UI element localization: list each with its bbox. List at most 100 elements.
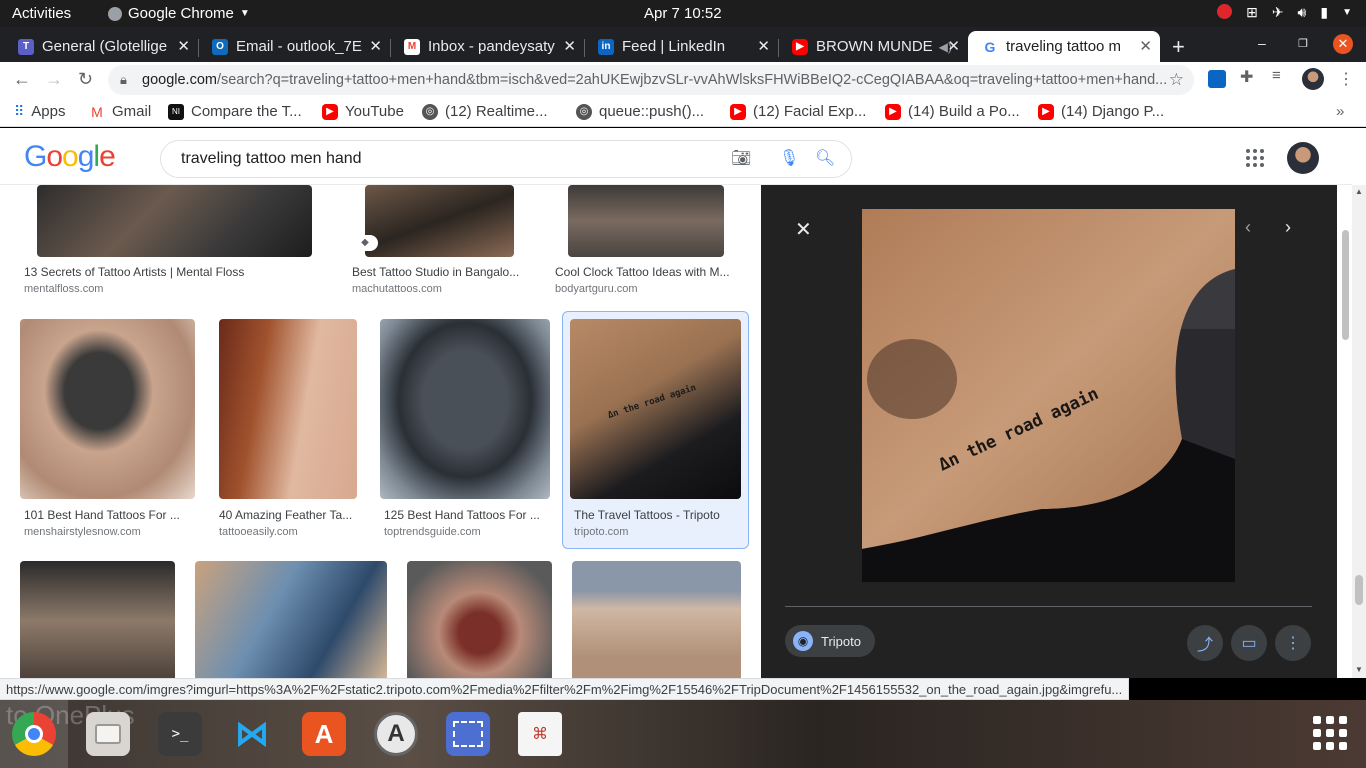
- image-result-card[interactable]: [195, 561, 387, 678]
- bookmark-queue[interactable]: ◎ queue::push()...: [576, 103, 704, 120]
- minimize-button[interactable]: –: [1258, 35, 1266, 51]
- scroll-up-icon[interactable]: ▲: [1355, 187, 1363, 196]
- result-thumbnail[interactable]: [365, 185, 514, 257]
- image-result-card[interactable]: Cool Clock Tattoo Ideas with M... bodyar…: [551, 185, 741, 295]
- account-avatar[interactable]: [1287, 142, 1319, 174]
- image-result-card[interactable]: [20, 561, 175, 678]
- tab-teams[interactable]: T General (Glotellige ✕: [4, 31, 198, 62]
- page-scrollbar[interactable]: ▲ ▼: [1352, 185, 1366, 678]
- image-result-card[interactable]: 101 Best Hand Tattoos For ... menshairst…: [20, 319, 195, 544]
- tab-google-search[interactable]: G traveling tattoo m ✕: [968, 31, 1160, 62]
- image-result-card[interactable]: [572, 561, 741, 678]
- bookmark-youtube[interactable]: ▶ YouTube: [322, 103, 404, 120]
- result-thumbnail[interactable]: [37, 185, 312, 257]
- profile-avatar[interactable]: [1302, 68, 1324, 90]
- next-image-icon[interactable]: ›: [1285, 217, 1291, 238]
- tab-linkedin[interactable]: in Feed | LinkedIn ✕: [584, 31, 778, 62]
- result-title[interactable]: 13 Secrets of Tattoo Artists | Mental Fl…: [24, 265, 324, 279]
- close-icon[interactable]: ✕: [1139, 37, 1152, 55]
- window-close-button[interactable]: ✕: [1333, 34, 1353, 54]
- software-center-dock-icon[interactable]: A: [302, 712, 346, 756]
- address-bar[interactable]: 🔒︎ google.com/search?q=traveling+tattoo+…: [108, 65, 1194, 95]
- google-apps-icon[interactable]: [1246, 149, 1264, 167]
- result-thumbnail[interactable]: [219, 319, 357, 499]
- show-applications-icon[interactable]: [1313, 716, 1347, 750]
- more-options-icon[interactable]: ⋮: [1275, 625, 1311, 661]
- bookmarks-overflow-icon[interactable]: »: [1336, 103, 1344, 120]
- image-result-card[interactable]: 13 Secrets of Tattoo Artists | Mental Fl…: [20, 185, 328, 295]
- search-input[interactable]: traveling tattoo men hand 📷︎ 🎙︎ 🔍︎: [160, 140, 852, 178]
- result-thumbnail[interactable]: [572, 561, 741, 678]
- result-thumbnail[interactable]: [568, 185, 724, 257]
- bookmark-gmail[interactable]: M Gmail: [89, 103, 151, 120]
- tab-youtube[interactable]: ▶ BROWN MUNDE ◀) ✕: [778, 31, 968, 62]
- url-path: /search?q=traveling+tattoo+men+hand&tbm=…: [216, 72, 1168, 88]
- back-button[interactable]: ←: [13, 69, 31, 90]
- result-thumbnail[interactable]: [195, 561, 387, 678]
- image-result-card-selected[interactable]: Δn the road again The Travel Tattoos - T…: [570, 319, 741, 544]
- tab-gmail[interactable]: M Inbox - pandeysaty ✕: [390, 31, 584, 62]
- scroll-thumb[interactable]: [1355, 575, 1363, 605]
- bookmark-star-icon[interactable]: ☆: [1169, 65, 1184, 95]
- chrome-dock-icon[interactable]: [12, 712, 56, 756]
- result-thumbnail[interactable]: [407, 561, 552, 678]
- result-thumbnail[interactable]: [20, 319, 195, 499]
- image-result-card[interactable]: 125 Best Hand Tattoos For ... toptrendsg…: [380, 319, 550, 544]
- youtube-icon: ▶: [730, 103, 746, 120]
- bookmark-build[interactable]: ▶ (14) Build a Po...: [885, 103, 1020, 120]
- result-title[interactable]: The Travel Tattoos - Tripoto: [574, 508, 738, 522]
- result-title[interactable]: Cool Clock Tattoo Ideas with M...: [555, 265, 737, 279]
- document-viewer-dock-icon[interactable]: ⌘: [518, 712, 562, 756]
- linkedin-extension-icon[interactable]: [1208, 70, 1226, 88]
- bookmark-facial[interactable]: ▶ (12) Facial Exp...: [730, 103, 866, 120]
- new-tab-button[interactable]: +: [1172, 34, 1185, 60]
- activities-button[interactable]: Activities: [12, 5, 71, 22]
- camera-icon[interactable]: 📷︎: [731, 141, 751, 177]
- screenshot-dock-icon[interactable]: [446, 712, 490, 756]
- microphone-icon[interactable]: 🎙︎: [779, 141, 799, 177]
- files-dock-icon[interactable]: [86, 712, 130, 756]
- terminal-dock-icon[interactable]: >_: [158, 712, 202, 756]
- close-preview-icon[interactable]: ✕: [795, 217, 812, 242]
- update-manager-dock-icon[interactable]: A: [374, 712, 418, 756]
- close-icon[interactable]: ✕: [177, 37, 190, 55]
- google-logo[interactable]: Google: [24, 140, 116, 174]
- reload-button[interactable]: ↻: [78, 69, 93, 90]
- maximize-button[interactable]: ❐: [1298, 37, 1308, 50]
- image-result-card[interactable]: ◆ Best Tattoo Studio in Bangalo... machu…: [348, 185, 531, 295]
- scroll-down-icon[interactable]: ▼: [1355, 665, 1363, 674]
- save-bookmark-icon[interactable]: ▭: [1231, 625, 1267, 661]
- bookmark-django[interactable]: ▶ (14) Django P...: [1038, 103, 1164, 120]
- bookmark-compare[interactable]: NI Compare the T...: [168, 103, 302, 120]
- share-icon[interactable]: ⤴: [1187, 625, 1223, 661]
- search-icon[interactable]: 🔍︎: [815, 141, 835, 177]
- media-control-icon[interactable]: ≡: [1272, 67, 1290, 85]
- result-thumbnail[interactable]: [380, 319, 550, 499]
- forward-button[interactable]: →: [45, 69, 63, 90]
- previous-image-icon[interactable]: ‹: [1245, 217, 1251, 238]
- source-chip[interactable]: ◉ Tripoto: [785, 625, 875, 657]
- image-result-card[interactable]: [407, 561, 552, 678]
- preview-scrollbar[interactable]: [1338, 185, 1352, 678]
- result-title[interactable]: 101 Best Hand Tattoos For ...: [24, 508, 192, 522]
- bookmark-realtime[interactable]: ◎ (12) Realtime...: [422, 103, 548, 120]
- close-icon[interactable]: ✕: [369, 37, 382, 55]
- extensions-puzzle-icon[interactable]: ✚: [1240, 67, 1258, 86]
- tab-outlook[interactable]: O Email - outlook_7E ✕: [198, 31, 390, 62]
- app-menu[interactable]: Google Chrome ▼: [108, 5, 250, 22]
- close-icon[interactable]: ✕: [947, 37, 960, 55]
- close-icon[interactable]: ✕: [563, 37, 576, 55]
- image-result-card[interactable]: 40 Amazing Feather Ta... tattooeasily.co…: [219, 319, 357, 544]
- bookmark-apps[interactable]: ⠿ Apps: [14, 103, 65, 120]
- result-title[interactable]: 40 Amazing Feather Ta...: [219, 508, 357, 522]
- clock[interactable]: Apr 7 10:52: [644, 5, 722, 22]
- result-title[interactable]: Best Tattoo Studio in Bangalo...: [352, 265, 530, 279]
- system-tray[interactable]: ⊞ ✈ 🔊︎ ▮ ▼: [1217, 4, 1352, 22]
- close-icon[interactable]: ✕: [757, 37, 770, 55]
- chrome-menu-icon[interactable]: ⋮: [1338, 69, 1354, 89]
- result-thumbnail[interactable]: Δn the road again: [570, 319, 741, 499]
- result-title[interactable]: 125 Best Hand Tattoos For ...: [384, 508, 548, 522]
- preview-image[interactable]: Δn the road again: [862, 209, 1235, 582]
- vscode-dock-icon[interactable]: ⋈: [230, 712, 274, 756]
- result-thumbnail[interactable]: [20, 561, 175, 678]
